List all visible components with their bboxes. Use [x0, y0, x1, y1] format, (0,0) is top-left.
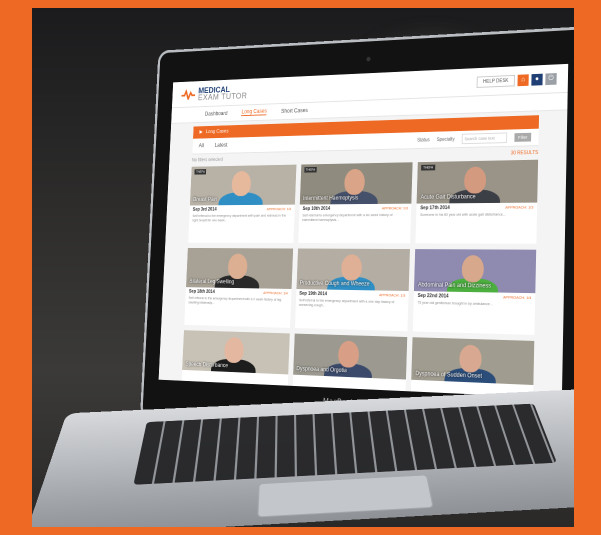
- trackpad: [257, 474, 433, 517]
- case-title: Productive Cough and Wheeze: [300, 281, 370, 288]
- case-thumbnail[interactable]: Speech Disturbance: [182, 330, 289, 374]
- case-grid: THEFA Breast Pain Sep 3rd 2014 APPROACH: 1/…: [180, 160, 538, 399]
- specialty-select[interactable]: Specialty: [437, 136, 455, 142]
- case-description: 75 year old gentleman brought in by ambu…: [414, 301, 535, 308]
- video-icon: ▶: [199, 130, 202, 135]
- case-date: Sep 19th 2014: [299, 291, 327, 297]
- case-card[interactable]: Bilateral Leg Swelling Sep 18th 2014 APPRO…: [184, 248, 293, 328]
- heartbeat-icon: [181, 89, 195, 100]
- power-icon[interactable]: ⏻: [545, 73, 556, 85]
- case-date: Sep 22nd 2014: [418, 293, 449, 299]
- case-card[interactable]: Speech Disturbance: [180, 330, 289, 398]
- case-approach: APPROACH: 1/3: [505, 205, 533, 211]
- laptop-lid: MEDICAL EXAM TUTOR HELP DESK ⌂ ● ⏻ Dashb…: [140, 26, 574, 445]
- case-card[interactable]: THEFA Acute Gait Disturbance Sep 17th 2014…: [416, 160, 538, 244]
- home-icon[interactable]: ⌂: [517, 74, 528, 86]
- site-logo[interactable]: MEDICAL EXAM TUTOR: [181, 85, 247, 102]
- user-icon[interactable]: ●: [531, 73, 542, 85]
- patient-face: [338, 341, 359, 368]
- case-description: Self referral to the emergency departmen…: [185, 296, 291, 307]
- case-approach: APPROACH: 1/3: [382, 206, 408, 212]
- filter-button[interactable]: Filter: [514, 133, 531, 142]
- logo-line2: EXAM TUTOR: [198, 92, 248, 101]
- filters-status: No filters selected: [192, 157, 223, 163]
- case-date: Sep 18th 2014: [189, 289, 215, 295]
- case-thumbnail[interactable]: Dyspnoea and Orgotia: [293, 334, 408, 380]
- case-description: Someone in his 60 year old with acute ga…: [416, 212, 537, 217]
- case-card[interactable]: THEFA Breast Pain Sep 3rd 2014 APPROACH: 1/…: [188, 165, 296, 243]
- case-tag: THEFA: [421, 165, 435, 171]
- case-info: Sep 17th 2014 APPROACH: 1/3: [417, 203, 538, 213]
- case-thumbnail[interactable]: THEFA Acute Gait Disturbance: [417, 160, 538, 204]
- laptop-photo: MEDICAL EXAM TUTOR HELP DESK ⌂ ● ⏻ Dashb…: [32, 8, 574, 527]
- laptop-screen: MEDICAL EXAM TUTOR HELP DESK ⌂ ● ⏻ Dashb…: [159, 64, 569, 399]
- case-description: Self referral to emergency department wi…: [299, 213, 412, 223]
- case-title: Abdominal Pain and Dizziness: [418, 283, 491, 290]
- header-actions: HELP DESK ⌂ ● ⏻: [477, 73, 557, 88]
- orange-frame: MEDICAL EXAM TUTOR HELP DESK ⌂ ● ⏻ Dashb…: [0, 0, 601, 535]
- patient-face: [344, 169, 365, 195]
- laptop-base: [32, 387, 574, 527]
- case-card[interactable]: Abdominal Pain and Dizziness Sep 22nd 201…: [413, 249, 536, 335]
- results-count: 30 RESULTS: [511, 150, 539, 156]
- case-card[interactable]: Productive Cough and Wheeze Sep 19th 2014…: [295, 249, 411, 332]
- case-thumbnail[interactable]: Dyspnoea of Sudden Onset: [412, 337, 535, 385]
- nav-dashboard[interactable]: Dashboard: [205, 111, 228, 117]
- case-title: Speech Disturbance: [185, 362, 228, 369]
- case-description: Self referral to the emergency departmen…: [189, 214, 294, 223]
- keyboard: [133, 404, 557, 485]
- search-input[interactable]: Search case text: [462, 132, 508, 144]
- case-title: Intermittent Haemoptysis: [303, 196, 358, 202]
- case-thumbnail[interactable]: THEFA Intermittent Haemoptysis: [299, 162, 412, 204]
- case-thumbnail[interactable]: Abdominal Pain and Dizziness: [414, 249, 536, 293]
- case-approach: APPROACH: 1/4: [503, 295, 531, 301]
- case-tag: THEFA: [304, 167, 317, 173]
- camera-icon: [366, 57, 370, 62]
- case-date: Sep 3rd 2014: [193, 207, 217, 212]
- case-approach: APPROACH: 1/3: [379, 292, 405, 298]
- case-title: Acute Gait Disturbance: [420, 194, 475, 200]
- case-approach: APPROACH: 1/4: [267, 206, 292, 212]
- case-title: Breast Pain: [193, 197, 217, 203]
- case-card[interactable]: Dyspnoea and Orgotia: [291, 334, 407, 399]
- case-card[interactable]: Dyspnoea of Sudden Onset: [410, 337, 534, 398]
- case-thumbnail[interactable]: Productive Cough and Wheeze: [296, 249, 410, 291]
- case-approach: APPROACH: 1/4: [263, 290, 288, 296]
- case-tag: THEFA: [194, 169, 206, 175]
- case-title: Bilateral Leg Swelling: [189, 279, 234, 285]
- banner-title: Long Cases: [206, 129, 229, 135]
- case-thumbnail[interactable]: Bilateral Leg Swelling: [186, 248, 293, 289]
- case-description: Self referral to the emergency departmen…: [295, 298, 408, 310]
- case-date: Sep 10th 2014: [302, 206, 330, 212]
- tab-all[interactable]: All: [199, 143, 204, 148]
- case-date: Sep 17th 2014: [420, 205, 450, 211]
- case-title: Dyspnoea and Orgotia: [296, 366, 347, 374]
- logo-text: MEDICAL EXAM TUTOR: [198, 85, 248, 101]
- help-desk-button[interactable]: HELP DESK: [477, 74, 515, 87]
- nav-long-cases[interactable]: Long Cases: [241, 109, 267, 116]
- patient-face: [341, 254, 362, 280]
- filter-controls: Status Specialty Search case text Filter: [417, 132, 531, 146]
- case-card[interactable]: THEFA Intermittent Haemoptysis Sep 10th 20…: [298, 162, 413, 243]
- case-thumbnail[interactable]: THEFA Breast Pain: [190, 165, 296, 206]
- nav-short-cases[interactable]: Short Cases: [281, 108, 308, 114]
- tab-latest[interactable]: Latest: [215, 143, 228, 149]
- status-select[interactable]: Status: [417, 137, 430, 143]
